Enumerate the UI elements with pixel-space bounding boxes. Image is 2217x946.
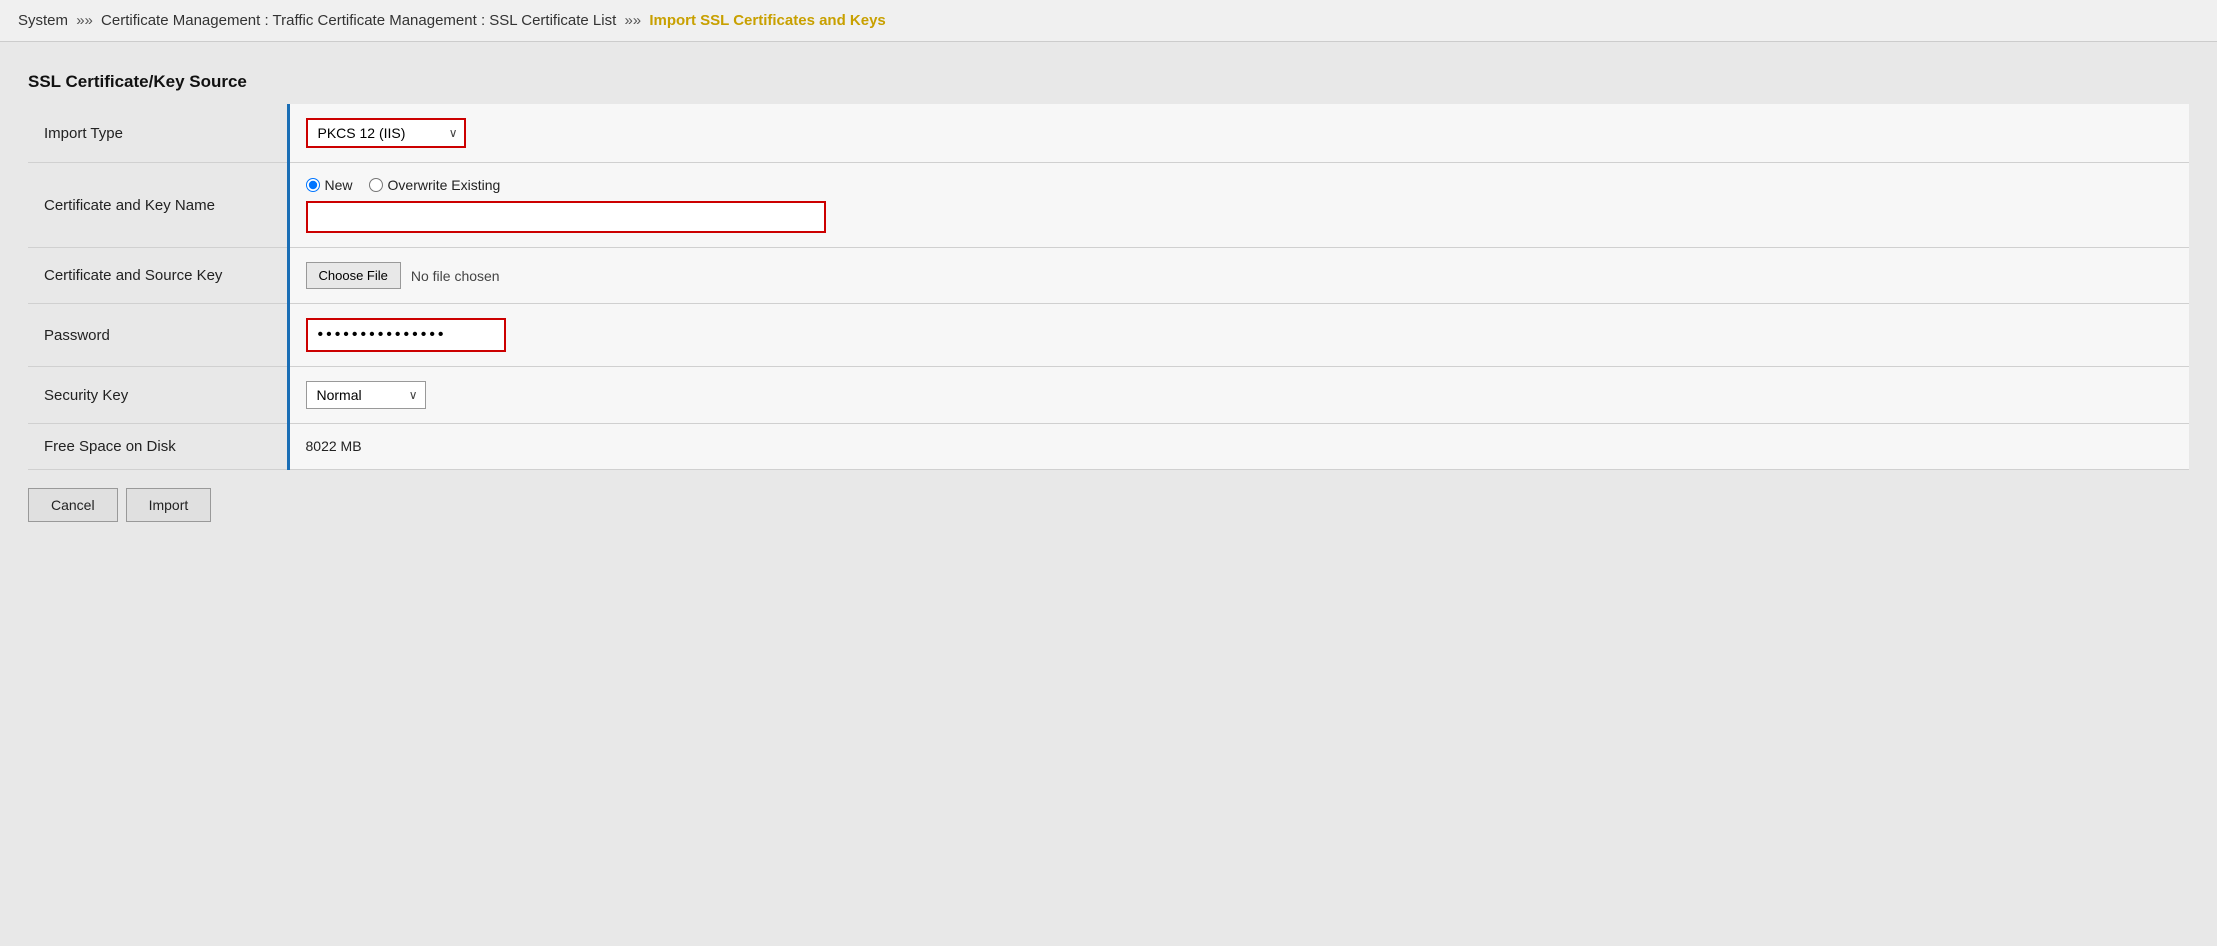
cert-key-name-input[interactable]: Contoso_SAML_Cert bbox=[306, 201, 826, 233]
key-security-cell: Normal High bbox=[288, 367, 2189, 424]
cert-key-name-row: Certificate and Key Name New Overwrite E… bbox=[28, 163, 2189, 248]
import-type-select[interactable]: PKCS 12 (IIS) Regular PKCS 7 bbox=[306, 118, 466, 148]
breadcrumb-middle[interactable]: Certificate Management : Traffic Certifi… bbox=[101, 12, 616, 29]
free-space-label: Free Space on Disk bbox=[28, 424, 288, 470]
cert-key-name-cell: New Overwrite Existing Contoso_SAML_Cert bbox=[288, 163, 2189, 248]
import-type-row: Import Type PKCS 12 (IIS) Regular PKCS 7 bbox=[28, 104, 2189, 163]
form-table: Import Type PKCS 12 (IIS) Regular PKCS 7… bbox=[28, 104, 2189, 470]
breadcrumb: System »» Certificate Management : Traff… bbox=[0, 0, 2217, 42]
radio-new-label[interactable]: New bbox=[306, 177, 353, 193]
radio-group: New Overwrite Existing bbox=[306, 177, 2174, 193]
key-security-select-wrapper: Normal High bbox=[306, 381, 426, 409]
choose-file-button[interactable]: Choose File bbox=[306, 262, 401, 289]
breadcrumb-sep-1: »» bbox=[76, 12, 97, 29]
free-space-row: Free Space on Disk 8022 MB bbox=[28, 424, 2189, 470]
section-title: SSL Certificate/Key Source bbox=[28, 72, 2189, 92]
radio-overwrite-text: Overwrite Existing bbox=[388, 177, 501, 193]
cert-key-source-row: Certificate and Source Key Choose File N… bbox=[28, 248, 2189, 304]
radio-new-text: New bbox=[325, 177, 353, 193]
key-security-row: Security Key Normal High bbox=[28, 367, 2189, 424]
breadcrumb-sep-2: »» bbox=[624, 12, 645, 29]
radio-overwrite-label[interactable]: Overwrite Existing bbox=[369, 177, 501, 193]
button-row: Cancel Import bbox=[28, 488, 2189, 522]
cert-key-source-cell: Choose File No file chosen bbox=[288, 248, 2189, 304]
no-file-text: No file chosen bbox=[411, 268, 500, 284]
main-content: SSL Certificate/Key Source Import Type P… bbox=[0, 42, 2217, 542]
import-type-select-wrapper: PKCS 12 (IIS) Regular PKCS 7 bbox=[306, 118, 466, 148]
import-type-label: Import Type bbox=[28, 104, 288, 163]
key-security-select[interactable]: Normal High bbox=[306, 381, 426, 409]
password-cell bbox=[288, 304, 2189, 367]
import-button[interactable]: Import bbox=[126, 488, 212, 522]
key-security-label: Security Key bbox=[28, 367, 288, 424]
cert-key-source-label: Certificate and Source Key bbox=[28, 248, 288, 304]
cert-key-name-label: Certificate and Key Name bbox=[28, 163, 288, 248]
breadcrumb-current: Import SSL Certificates and Keys bbox=[649, 12, 885, 29]
file-input-area: Choose File No file chosen bbox=[306, 262, 2174, 289]
free-space-cell: 8022 MB bbox=[288, 424, 2189, 470]
import-type-cell: PKCS 12 (IIS) Regular PKCS 7 bbox=[288, 104, 2189, 163]
cancel-button[interactable]: Cancel bbox=[28, 488, 118, 522]
password-row: Password bbox=[28, 304, 2189, 367]
password-label: Password bbox=[28, 304, 288, 367]
radio-new[interactable] bbox=[306, 178, 320, 192]
free-space-value: 8022 MB bbox=[306, 438, 362, 454]
password-input[interactable] bbox=[306, 318, 506, 352]
radio-overwrite[interactable] bbox=[369, 178, 383, 192]
breadcrumb-system[interactable]: System bbox=[18, 12, 68, 29]
